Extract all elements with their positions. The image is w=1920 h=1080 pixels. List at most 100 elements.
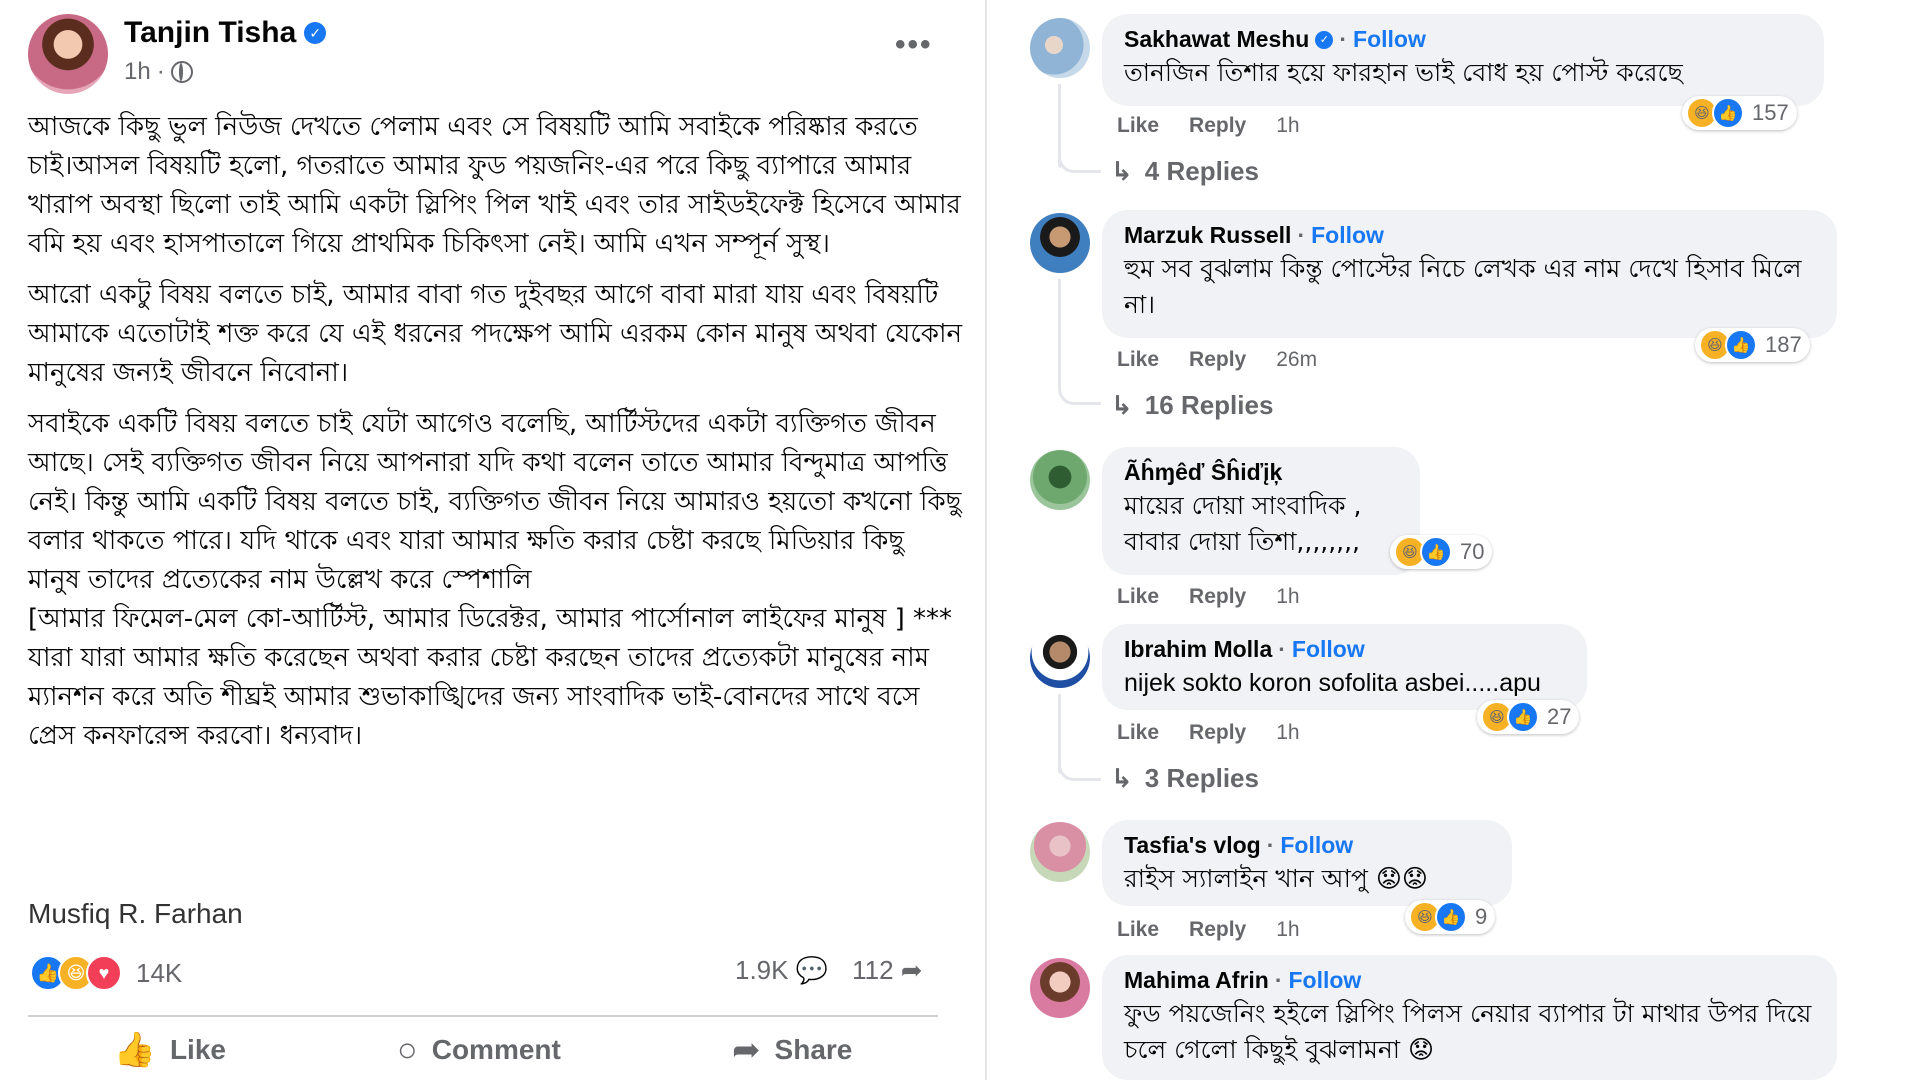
comment-author[interactable]: Mahima Afrin — [1124, 967, 1269, 994]
reaction-count: 187 — [1765, 332, 1802, 357]
like-reaction-icon: 👍 — [1725, 329, 1757, 361]
comment-button[interactable]: ○ Comment — [397, 1030, 561, 1070]
comment-reply-button[interactable]: Reply — [1189, 721, 1246, 745]
comment-author[interactable]: Sakhawat Meshu — [1124, 26, 1309, 53]
thread-connector — [1058, 140, 1101, 173]
follow-button[interactable]: Follow — [1280, 832, 1353, 859]
view-replies-button[interactable]: ↳ 16 Replies — [1111, 390, 1273, 421]
author-name[interactable]: Tanjin Tisha — [124, 16, 296, 50]
like-reaction-icon: 👍 — [1420, 536, 1452, 568]
comment-reply-button[interactable]: Reply — [1189, 918, 1246, 942]
commenter-avatar[interactable] — [1030, 213, 1090, 273]
comment-text: তানজিন তিশার হয়ে ফারহান ভাই বোধ হয় পোস… — [1124, 58, 1683, 87]
replies-label: 4 Replies — [1144, 156, 1259, 186]
comment-bubble: Mahima Afrin · Follow ফুড পয়জেনিং হইলে … — [1102, 955, 1837, 1080]
comment-bubble-icon: 💬 — [795, 955, 829, 985]
comment-author-row: Sakhawat Meshu ✓ · Follow — [1124, 26, 1426, 53]
comment-reply-button[interactable]: Reply — [1189, 348, 1246, 372]
reply-arrow-icon: ↳ — [1111, 156, 1133, 186]
author-row: Tanjin Tisha ✓ — [124, 16, 327, 50]
comment-time[interactable]: 1h — [1276, 114, 1299, 138]
reply-arrow-icon: ↳ — [1111, 763, 1133, 793]
comment-icon: ○ — [397, 1030, 418, 1069]
comment-count-link[interactable]: 1.9K 💬 — [735, 955, 828, 986]
comment-like-button[interactable]: Like — [1117, 721, 1159, 745]
comment-text: ফুড পয়জেনিং হইলে স্লিপিং পিলস নেয়ার ব্… — [1124, 999, 1812, 1064]
commenter-avatar[interactable] — [1030, 450, 1090, 510]
thread-connector — [1058, 748, 1101, 781]
comment-like-button[interactable]: Like — [1117, 585, 1159, 609]
post-paragraph: আজকে কিছু ভুল নিউজ দেখতে পেলাম এবং সে বি… — [28, 112, 961, 259]
post-panel: Tanjin Tisha ✓ 1h · ••• আজকে কিছু ভুল নি… — [0, 0, 985, 1080]
reaction-count: 157 — [1752, 100, 1789, 125]
share-button[interactable]: ➦ Share — [732, 1030, 852, 1070]
thread-connector — [1058, 372, 1101, 405]
like-reaction-icon: 👍 — [1507, 701, 1539, 733]
comment-reactions[interactable]: 😆 👍 27 — [1477, 700, 1580, 734]
comment-author-row: Ãĥɱêď Ŝĥiďįķ — [1124, 459, 1398, 486]
verified-badge-icon: ✓ — [1315, 30, 1334, 49]
commenter-avatar[interactable] — [1030, 18, 1090, 78]
comment-bubble: Tasfia's vlog · Follow রাইস স্যালাইন খান… — [1102, 820, 1512, 906]
like-label: Like — [169, 1034, 226, 1065]
comment-label: Comment — [431, 1034, 561, 1065]
view-replies-button[interactable]: ↳ 4 Replies — [1111, 156, 1259, 187]
replies-label: 16 Replies — [1144, 390, 1274, 420]
comment-time[interactable]: 1h — [1276, 721, 1299, 745]
comment-reply-button[interactable]: Reply — [1189, 585, 1246, 609]
comment-text: nijek sokto koron sofolita asbei.....apu — [1124, 669, 1541, 697]
comment-reactions[interactable]: 😆 👍 187 — [1695, 328, 1810, 362]
reaction-summary[interactable]: 👍 😆 ♥ 14K — [30, 955, 182, 991]
comment-time[interactable]: 1h — [1276, 918, 1299, 942]
comment-author[interactable]: Marzuk Russell — [1124, 222, 1291, 249]
reaction-count: 27 — [1547, 704, 1572, 729]
post-meta: 1h · — [124, 58, 193, 86]
comments-panel: Sakhawat Meshu ✓ · Follow তানজিন তিশার হ… — [987, 0, 1920, 1080]
comment-text: মায়ের দোয়া সাংবাদিক , বাবার দোয়া তিশা… — [1124, 491, 1362, 556]
comment-like-button[interactable]: Like — [1117, 114, 1159, 138]
commenter-avatar[interactable] — [1030, 628, 1090, 688]
follow-button[interactable]: Follow — [1289, 967, 1362, 994]
follow-button[interactable]: Follow — [1292, 636, 1365, 663]
comment-author-row: Ibrahim Molla · Follow — [1124, 636, 1365, 663]
follow-button[interactable]: Follow — [1353, 26, 1426, 53]
comment-reply-button[interactable]: Reply — [1189, 114, 1246, 138]
follow-button[interactable]: Follow — [1311, 222, 1384, 249]
like-reaction-icon: 👍 — [1712, 97, 1744, 129]
commenter-avatar[interactable] — [1030, 822, 1090, 882]
comment-like-button[interactable]: Like — [1117, 348, 1159, 372]
post-paragraph: সবাইকে একটি বিষয় বলতে চাই যেটা আগেও বলে… — [28, 409, 962, 751]
post-time[interactable]: 1h — [124, 58, 151, 86]
comment-reactions[interactable]: 😆 👍 70 — [1390, 535, 1493, 569]
like-button[interactable]: 👍 Like — [114, 1030, 226, 1070]
author-avatar[interactable] — [28, 14, 108, 94]
comment-author-row: Marzuk Russell · Follow — [1124, 222, 1384, 249]
reply-arrow-icon: ↳ — [1111, 390, 1133, 420]
comment-actions: Like Reply 26m — [1117, 348, 1317, 372]
post-body: আজকে কিছু ভুল নিউজ দেখতে পেলাম এবং সে বি… — [28, 108, 963, 768]
thumbs-up-icon: 👍 — [113, 1031, 156, 1069]
commenter-avatar[interactable] — [1030, 958, 1090, 1018]
comment-author[interactable]: Tasfia's vlog — [1124, 832, 1261, 859]
comment-author-row: Mahima Afrin · Follow — [1124, 967, 1362, 994]
comment-actions: Like Reply 1h — [1117, 918, 1300, 942]
reaction-count: 9 — [1475, 904, 1488, 929]
post-actions: 👍 Like ○ Comment ➦ Share — [28, 1030, 938, 1070]
comment-author[interactable]: Ibrahim Molla — [1124, 636, 1272, 663]
comment-like-button[interactable]: Like — [1117, 918, 1159, 942]
comment-time[interactable]: 26m — [1276, 348, 1317, 372]
replies-label: 3 Replies — [1144, 763, 1259, 793]
share-count-link[interactable]: 112 ➦ — [852, 955, 922, 986]
comment-author[interactable]: Ãĥɱêď Ŝĥiďįķ — [1124, 459, 1282, 486]
comment-bubble: Ibrahim Molla · Follow nijek sokto koron… — [1102, 624, 1587, 710]
more-options-icon[interactable]: ••• — [895, 28, 933, 62]
comment-bubble: Marzuk Russell · Follow হুম সব বুঝলাম কি… — [1102, 210, 1837, 338]
globe-icon — [170, 61, 193, 83]
reaction-count: 70 — [1460, 539, 1485, 564]
comment-time[interactable]: 1h — [1276, 585, 1299, 609]
comment-reactions[interactable]: 😆 👍 9 — [1405, 900, 1496, 934]
view-replies-button[interactable]: ↳ 3 Replies — [1111, 763, 1259, 794]
comment-actions: Like Reply 1h — [1117, 585, 1300, 609]
comment-reactions[interactable]: 😆 👍 157 — [1682, 96, 1797, 130]
divider — [28, 1015, 938, 1017]
